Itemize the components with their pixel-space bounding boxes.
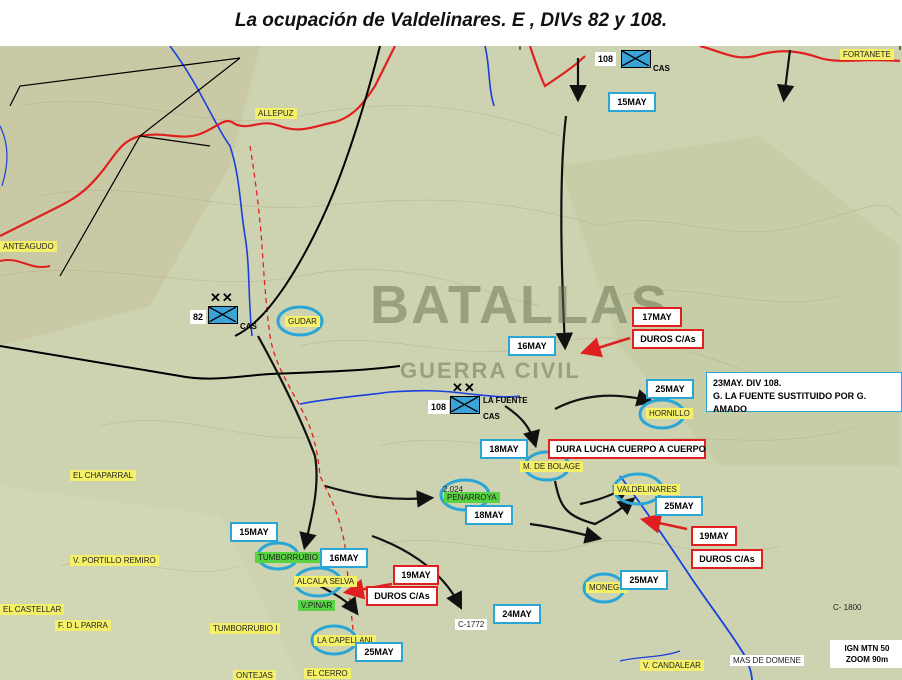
division-marker: ✕✕ [623,46,647,48]
place-bolage: M. DE BOLAGE [520,461,584,472]
date-box: 16MAY [320,548,368,568]
place-valdelinares: VALDELINARES [614,484,680,495]
place-anteagudo: ANTEAGUDO [0,241,57,252]
event-box: DUROS C/As [366,586,438,606]
place-chaparral: EL CHAPARRAL [70,470,137,481]
scale-info: IGN MTN 50 ZOOM 90m [830,640,902,668]
place-ontejas: ONTEJAS [233,670,276,680]
scale-line: ZOOM 90m [845,655,889,664]
unit-number: 108 [595,52,617,66]
place-castellar: EL CASTELLAR [0,604,65,615]
place-mas-domene: MAS DE DOMENE [730,655,805,666]
division-marker: ✕✕ [210,290,234,305]
date-box: 25MAY [620,570,668,590]
unit-number: 108 [428,400,450,414]
date-box: 18MAY [480,439,528,459]
map-title: La ocupación de Valdelinares. E , DIVs 8… [234,10,668,31]
division-marker: ✕✕ [452,380,476,395]
place-el-cerro: EL CERRO [304,668,351,679]
event-box: DUROS C/As [691,549,763,569]
place-tumborrubio-ii: TUMBORRUBIO II [255,552,328,563]
date-box: 25MAY [655,496,703,516]
place-gudar: GUDAR [285,316,320,327]
note-line: 23MAY. DIV 108. [713,378,782,388]
event-box: 19MAY [691,526,737,546]
unit-div82: ✕✕ 82 CAS [190,290,270,350]
command-change-note: 23MAY. DIV 108. G. LA FUENTE SUSTITUIDO … [706,372,902,414]
place-alcala-selva: ALCALA SELVA [294,576,358,587]
event-box: 19MAY [393,565,439,585]
watermark-line1: BATALLAS [370,275,669,335]
map-area: BATALLAS GUERRA CIVIL ALLEPUZ FORTANETE … [0,46,902,680]
unit-symbol-icon [621,50,651,68]
note-line: G. LA FUENTE SUSTITUIDO POR G. AMADO [713,391,867,414]
event-box: DURA LUCHA CUERPO A CUERPO [548,439,706,459]
unit-tag: CAS [653,64,670,73]
date-box: 15MAY [230,522,278,542]
date-box: 16MAY [508,336,556,356]
unit-tag: CAS [483,412,500,421]
place-penarroya: PENARROYA [444,492,500,503]
unit-symbol-icon [208,306,238,324]
place-hornillo: HORNILLO [646,408,693,419]
place-fortanete: FORTANETE [840,49,894,60]
place-c1800: C- 1800 [833,603,862,612]
date-box: 18MAY [465,505,513,525]
unit-div108-north: ✕✕ 108 CAS [595,46,675,92]
unit-div108-la-fuente: ✕✕ 108 LA FUENTE CAS [428,380,548,440]
date-box: 25MAY [646,379,694,399]
place-allepuz: ALLEPUZ [255,108,297,119]
date-box: 25MAY [355,642,403,662]
event-box: DUROS C/As [632,329,704,349]
unit-number: 82 [190,310,207,324]
place-candalear: V. CANDALEAR [640,660,704,671]
place-c1772: C-1772 [455,619,488,630]
unit-commander: LA FUENTE [483,396,528,405]
place-v-pinar: V.PINAR [298,600,336,611]
unit-symbol-icon [450,396,480,414]
date-box: 24MAY [493,604,541,624]
event-box: 17MAY [632,307,682,327]
scale-line: IGN MTN 50 [844,644,890,653]
place-f-d-l-parra: F. D L PARRA [55,620,111,631]
unit-tag: CAS [240,322,257,331]
date-box: 15MAY [608,92,656,112]
place-portillo-remiro: V. PORTILLO REMIRO [70,555,159,566]
place-tumborrubio-i: TUMBORRUBIO I [210,623,281,634]
